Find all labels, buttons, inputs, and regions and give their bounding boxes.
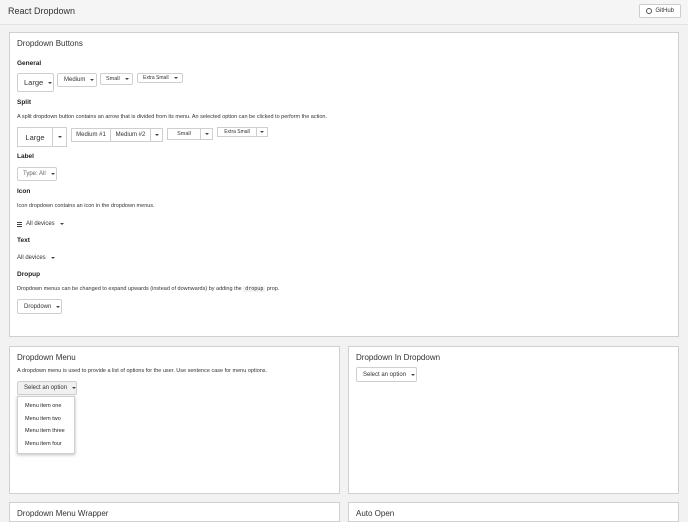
chevron-down-icon (48, 81, 53, 84)
chevron-down-icon (57, 136, 62, 138)
panel-title: Dropdown Menu (17, 353, 76, 362)
nested-select-dropdown[interactable]: Select an option (356, 367, 417, 382)
dropdown-menu: Menu item one Menu item two Menu item th… (17, 396, 75, 454)
panel-title: Dropdown Menu Wrapper (17, 509, 109, 518)
list-icon (17, 221, 22, 227)
auto-open-panel: Auto Open (348, 502, 679, 522)
dropdown-menu-panel: Dropdown Menu A dropdown menu is used to… (9, 346, 340, 494)
dropup-description-suffix: prop. (266, 286, 280, 292)
github-icon (646, 8, 653, 14)
large-dropdown[interactable]: Large (17, 73, 54, 92)
dropdown-menu-wrapper-panel: Dropdown Menu Wrapper (9, 502, 340, 522)
split-heading: Split (17, 99, 32, 106)
panel-title: Dropdown In Dropdown (356, 353, 441, 362)
small-dropdown-label: Small (106, 76, 120, 82)
nested-select-label: Select an option (363, 371, 407, 378)
dropup-code: dropup (243, 286, 266, 292)
extra-small-split-dropdown: Extra Small (217, 127, 268, 137)
extra-small-dropdown-label: Extra Small (143, 75, 169, 81)
chevron-down-icon (50, 257, 55, 259)
split-description: A split dropdown button contains an arro… (17, 114, 328, 120)
medium-1-option[interactable]: Medium #1 (71, 128, 111, 142)
menu-item-three[interactable]: Menu item three (18, 425, 74, 438)
chevron-down-icon (204, 133, 209, 135)
medium-2-label: Medium #2 (115, 132, 146, 138)
chevron-down-icon (59, 223, 64, 225)
dropup-dropdown-label: Dropdown (24, 303, 52, 310)
menu-description: A dropdown menu is used to provide a lis… (17, 368, 268, 374)
extra-small-split-toggle[interactable] (257, 127, 268, 137)
label-heading: Label (17, 153, 34, 160)
github-label: GitHub (655, 8, 674, 14)
chevron-down-icon (56, 305, 61, 308)
type-dropdown-label: Type: All (23, 171, 46, 177)
extra-small-split-label: Extra Small (224, 129, 250, 135)
top-bar: React Dropdown GitHub (0, 0, 688, 25)
medium-split-dropdown: Medium #1 Medium #2 (71, 128, 163, 142)
all-devices-icon-dropdown[interactable]: All devices (17, 218, 64, 230)
medium-dropdown[interactable]: Medium (57, 73, 97, 87)
menu-item-two[interactable]: Menu item two (18, 413, 74, 426)
dropup-dropdown[interactable]: Dropdown (17, 299, 62, 314)
chevron-down-icon (154, 134, 159, 136)
extra-small-split-action[interactable]: Extra Small (217, 127, 257, 137)
large-split-action[interactable]: Large (17, 127, 53, 147)
select-option-dropdown[interactable]: Select an option (17, 381, 77, 395)
medium-2-option[interactable]: Medium #2 (111, 128, 151, 142)
all-devices-text-label: All devices (17, 255, 46, 261)
all-devices-text-dropdown[interactable]: All devices (17, 252, 55, 264)
chevron-down-icon (173, 77, 178, 79)
dropup-description-text: Dropdown menus can be changed to expand … (17, 286, 242, 292)
chevron-down-icon (260, 131, 264, 133)
select-option-label: Select an option (24, 385, 68, 391)
medium-dropdown-label: Medium (64, 77, 86, 83)
type-dropdown[interactable]: Type: All (17, 167, 57, 181)
large-dropdown-label: Large (24, 78, 44, 87)
large-split-toggle[interactable] (53, 127, 67, 147)
github-button[interactable]: GitHub (639, 4, 681, 18)
small-split-action[interactable]: Small (167, 128, 201, 140)
chevron-down-icon (50, 173, 55, 175)
dropup-heading: Dropup (17, 271, 41, 278)
menu-item-one[interactable]: Menu item one (18, 400, 74, 413)
large-split-label: Large (25, 132, 45, 142)
dropdown-in-dropdown-panel: Dropdown In Dropdown Select an option (348, 346, 679, 494)
menu-item-four[interactable]: Menu item four (18, 438, 74, 451)
large-split-dropdown: Large (17, 127, 67, 147)
extra-small-dropdown[interactable]: Extra Small (137, 73, 183, 83)
general-heading: General (17, 60, 42, 67)
dropdown-buttons-panel: Dropdown Buttons General Large Medium Sm… (9, 32, 679, 337)
small-split-dropdown: Small (167, 128, 213, 140)
medium-split-toggle[interactable] (151, 128, 163, 142)
app-title: React Dropdown (8, 6, 76, 16)
icon-description: Icon dropdown contains an icon in the dr… (17, 203, 155, 209)
icon-heading: Icon (17, 188, 31, 195)
chevron-down-icon (72, 387, 77, 389)
dropup-description: Dropdown menus can be changed to expand … (17, 286, 279, 292)
panel-title: Auto Open (356, 509, 395, 518)
chevron-down-icon (90, 79, 95, 81)
small-split-label: Small (177, 131, 191, 137)
all-devices-icon-label: All devices (26, 221, 55, 227)
chevron-down-icon (411, 373, 416, 376)
small-split-toggle[interactable] (201, 128, 213, 140)
text-heading: Text (17, 237, 30, 244)
chevron-down-icon (124, 78, 129, 80)
medium-1-label: Medium #1 (76, 132, 106, 138)
panel-title: Dropdown Buttons (17, 39, 83, 48)
small-dropdown[interactable]: Small (100, 73, 133, 85)
